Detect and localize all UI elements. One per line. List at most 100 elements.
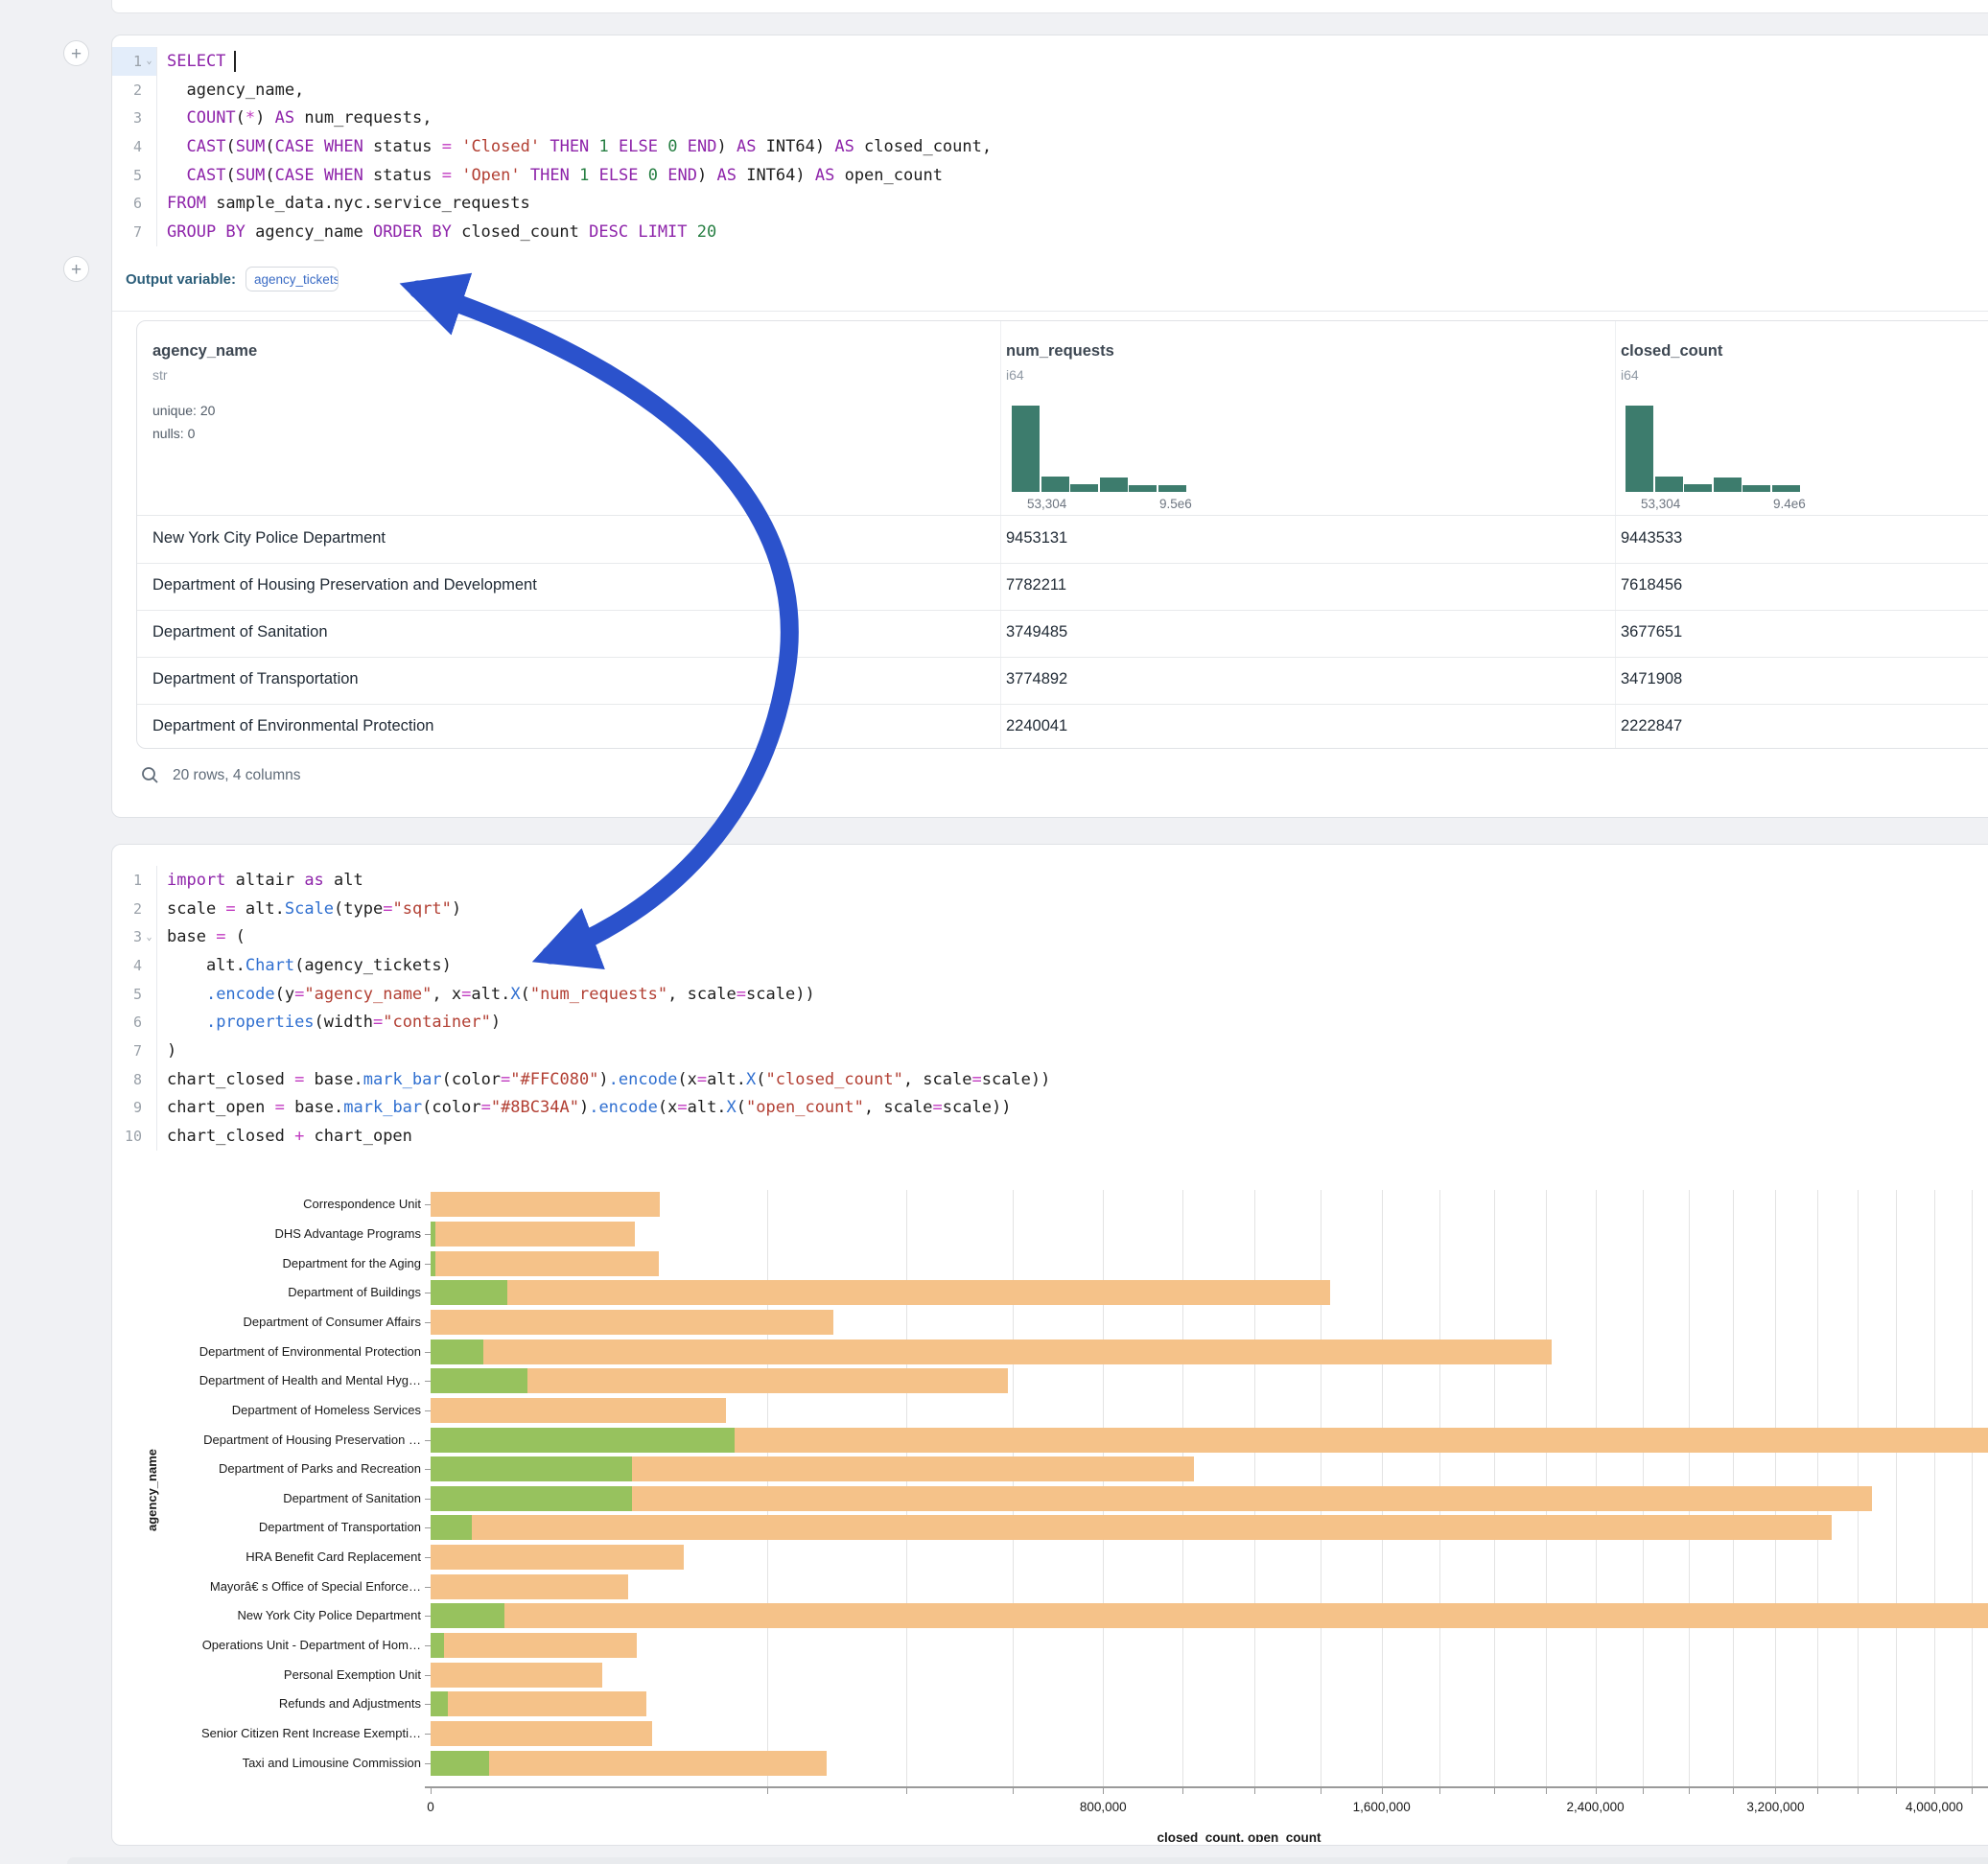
code-text: .encode(y="agency_name", x=alt.X("num_re… xyxy=(157,985,815,1004)
output-variable-input[interactable]: agency_tickets xyxy=(246,267,339,291)
y-axis-label: DHS Advantage Programs xyxy=(133,1226,421,1241)
table-cell: Department of Sanitation xyxy=(152,623,328,641)
column-stat-nulls: nulls: 0 xyxy=(152,426,195,441)
chart-bar-closed xyxy=(431,1515,1832,1540)
y-axis-label: Department of Health and Mental Hyg… xyxy=(133,1373,421,1387)
code-line[interactable]: 1import altair as alt xyxy=(112,866,1988,895)
add-block-button-output[interactable]: + xyxy=(63,256,89,282)
chart-bar-open xyxy=(431,1603,504,1628)
chart-bar-closed xyxy=(431,1280,1330,1305)
x-axis-tick xyxy=(1775,1788,1776,1794)
column-type-closed-count: i64 xyxy=(1621,367,1639,383)
x-axis-tick xyxy=(1596,1788,1597,1794)
y-axis-label: Correspondence Unit xyxy=(133,1197,421,1211)
chart-bar-closed xyxy=(431,1691,646,1716)
code-text: scale = alt.Scale(type="sqrt") xyxy=(157,899,461,919)
column-header-num-requests[interactable]: num_requests xyxy=(1006,342,1114,361)
x-axis-tick xyxy=(1546,1788,1547,1794)
code-line[interactable]: 2 agency_name, xyxy=(112,76,1988,105)
histogram-bar xyxy=(1655,477,1683,492)
column-stat-unique: unique: 20 xyxy=(152,403,215,418)
histogram-bar xyxy=(1714,478,1742,492)
x-axis-tick xyxy=(1013,1788,1014,1794)
line-number: 9 xyxy=(112,1094,157,1123)
y-axis-label: Department for the Aging xyxy=(133,1256,421,1270)
code-line[interactable]: 2scale = alt.Scale(type="sqrt") xyxy=(112,895,1988,923)
table-footer: 20 rows, 4 columns xyxy=(141,766,301,784)
chart-bar-open xyxy=(431,1280,507,1305)
x-axis-tick xyxy=(1817,1788,1818,1794)
chart-bar-closed xyxy=(431,1721,652,1746)
code-line[interactable]: 3⌄base = ( xyxy=(112,922,1988,951)
search-icon[interactable] xyxy=(141,766,159,784)
table-cell: 9453131 xyxy=(1006,529,1067,548)
histogram-bar xyxy=(1100,478,1128,492)
x-axis-tick xyxy=(767,1788,768,1794)
code-text: base = ( xyxy=(157,927,246,946)
x-axis-tick-label: 0 xyxy=(427,1800,434,1814)
add-block-button-top[interactable]: + xyxy=(63,40,89,66)
code-line[interactable]: 7) xyxy=(112,1037,1988,1065)
code-line[interactable]: 4 CAST(SUM(CASE WHEN status = 'Closed' T… xyxy=(112,132,1988,161)
fold-chevron-icon[interactable]: ⌄ xyxy=(142,932,156,943)
y-axis-label: Department of Parks and Recreation xyxy=(133,1461,421,1476)
column-header-agency-name[interactable]: agency_name xyxy=(152,342,257,361)
table-row[interactable]: Department of Transportation377489234719… xyxy=(137,657,1988,705)
code-text: GROUP BY agency_name ORDER BY closed_cou… xyxy=(157,222,716,242)
code-line[interactable]: 6 .properties(width="container") xyxy=(112,1008,1988,1037)
chart-bar-open xyxy=(431,1251,435,1276)
line-number: 2 xyxy=(112,895,157,923)
chart-bar-open xyxy=(431,1751,489,1776)
table-row[interactable]: New York City Police Department945313194… xyxy=(137,516,1988,564)
table-row[interactable]: Department of Housing Preservation and D… xyxy=(137,563,1988,611)
code-line[interactable]: 9chart_open = base.mark_bar(color="#8BC3… xyxy=(112,1094,1988,1123)
code-line[interactable]: 1⌄SELECT xyxy=(112,47,1988,76)
chart-bar-open xyxy=(431,1486,632,1511)
column-header-closed-count[interactable]: closed_count xyxy=(1621,342,1722,361)
chart-bar-closed xyxy=(431,1222,635,1247)
table-cell: 3774892 xyxy=(1006,670,1067,688)
code-line[interactable]: 6FROM sample_data.nyc.service_requests xyxy=(112,189,1988,218)
code-line[interactable]: 4 alt.Chart(agency_tickets) xyxy=(112,951,1988,980)
line-number: 10 xyxy=(112,1122,157,1151)
y-axis-label: Department of Sanitation xyxy=(133,1491,421,1505)
code-text: chart_closed = base.mark_bar(color="#FFC… xyxy=(157,1070,1050,1089)
code-line[interactable]: 7GROUP BY agency_name ORDER BY closed_co… xyxy=(112,218,1988,246)
code-text: COUNT(*) AS num_requests, xyxy=(157,108,432,128)
code-line[interactable]: 5 CAST(SUM(CASE WHEN status = 'Open' THE… xyxy=(112,161,1988,190)
y-axis-label: Department of Housing Preservation … xyxy=(133,1433,421,1447)
line-number: 4 xyxy=(112,132,157,161)
python-code-editor[interactable]: 1import altair as alt2scale = alt.Scale(… xyxy=(112,866,1988,1151)
code-text: agency_name, xyxy=(157,81,304,100)
y-axis-label: Taxi and Limousine Commission xyxy=(133,1756,421,1770)
code-line[interactable]: 3 COUNT(*) AS num_requests, xyxy=(112,104,1988,132)
x-axis-tick xyxy=(1689,1788,1690,1794)
chart-bar-open xyxy=(431,1368,527,1393)
line-number: 4 xyxy=(112,951,157,980)
table-row[interactable]: Department of Sanitation37494853677651 xyxy=(137,610,1988,658)
histogram-max-label: 9.5e6 xyxy=(1159,497,1192,511)
x-axis-tick-label: 4,000,000 xyxy=(1906,1800,1963,1814)
x-axis-tick xyxy=(431,1788,432,1794)
sql-code-editor[interactable]: 1⌄SELECT2 agency_name,3 COUNT(*) AS num_… xyxy=(112,47,1988,246)
fold-chevron-icon[interactable]: ⌄ xyxy=(142,56,156,66)
chart-bar-open xyxy=(431,1633,444,1658)
histogram-bar xyxy=(1772,485,1800,492)
line-number: 3 xyxy=(112,104,157,132)
y-axis-label: Department of Consumer Affairs xyxy=(133,1315,421,1329)
y-axis-label: New York City Police Department xyxy=(133,1608,421,1622)
output-variable-label: Output variable: xyxy=(126,271,236,288)
histogram-bar xyxy=(1684,484,1712,492)
chart-bar-closed xyxy=(431,1633,637,1658)
y-axis-label: Department of Homeless Services xyxy=(133,1403,421,1417)
code-line[interactable]: 8chart_closed = base.mark_bar(color="#FF… xyxy=(112,1065,1988,1094)
histogram-bar xyxy=(1625,406,1653,492)
code-line[interactable]: 10chart_closed + chart_open xyxy=(112,1122,1988,1151)
code-line[interactable]: 5 .encode(y="agency_name", x=alt.X("num_… xyxy=(112,980,1988,1009)
line-number: 5 xyxy=(112,161,157,190)
code-text: SELECT xyxy=(157,51,236,72)
table-cell: 7618456 xyxy=(1621,576,1682,594)
y-axis-label: Department of Transportation xyxy=(133,1520,421,1534)
table-row[interactable]: Department of Environmental Protection22… xyxy=(137,704,1988,749)
x-axis-tick xyxy=(1643,1788,1644,1794)
